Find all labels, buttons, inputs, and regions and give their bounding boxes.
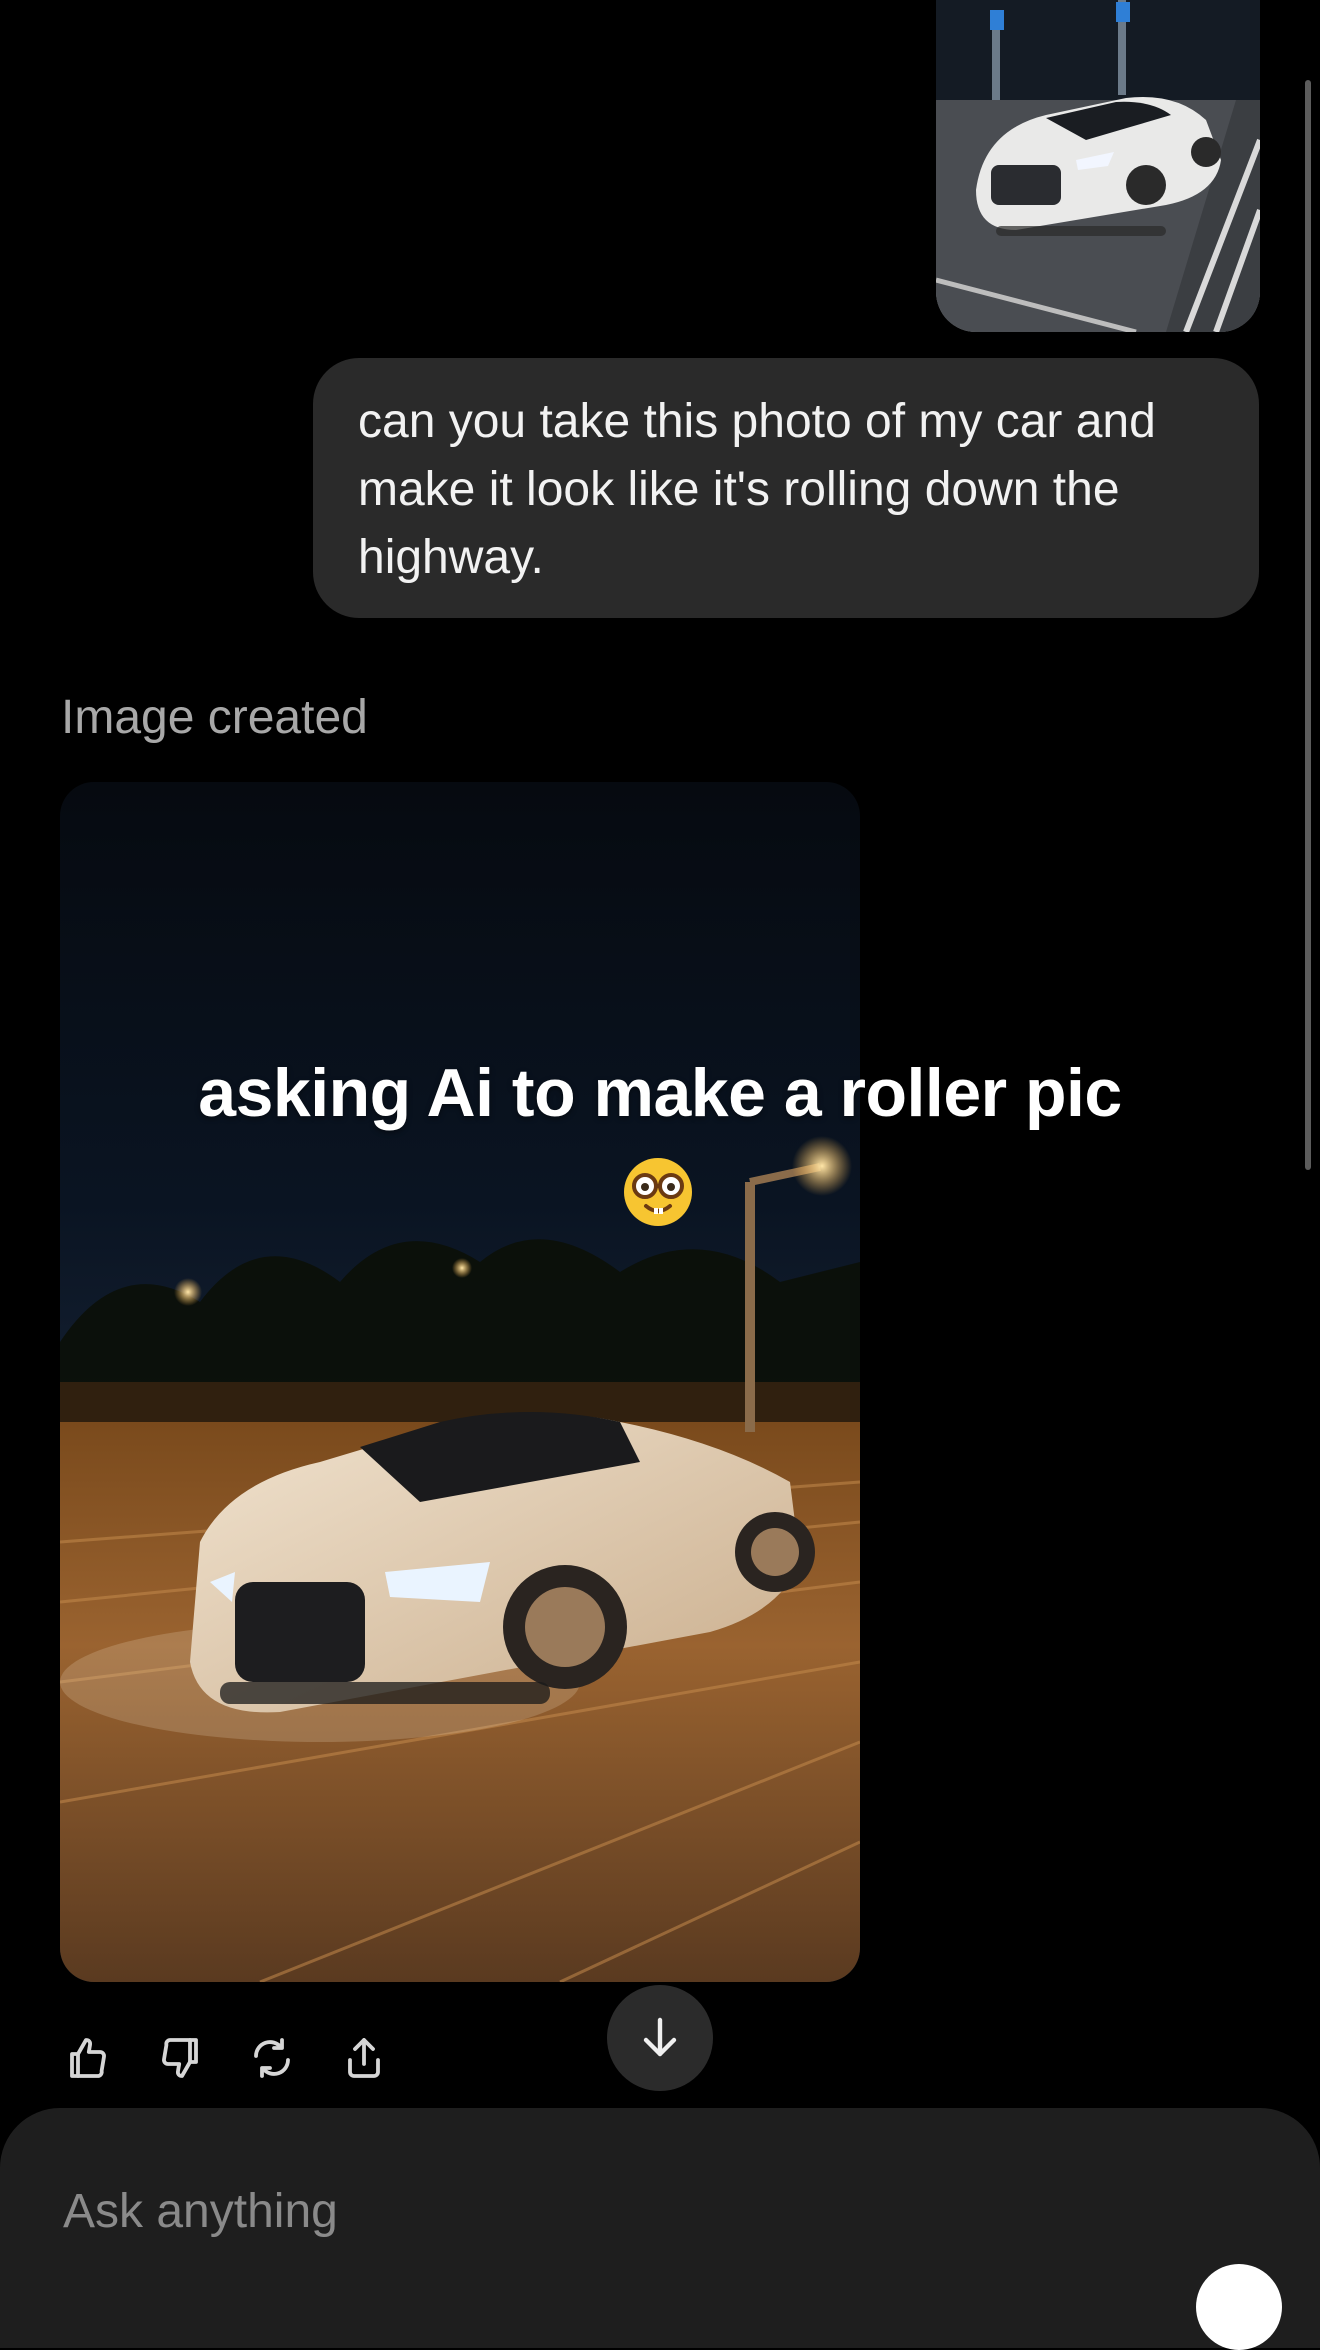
image-created-label: Image created	[61, 691, 368, 744]
user-message-bubble: can you take this photo of my car and ma…	[313, 358, 1259, 618]
share-button[interactable]	[336, 2030, 392, 2086]
ask-anything-input[interactable]	[61, 2180, 1065, 2242]
scrollbar[interactable]	[1305, 80, 1311, 1170]
share-icon	[348, 2038, 380, 2078]
regenerate-button[interactable]	[244, 2030, 300, 2086]
thumbs-up-icon	[70, 2038, 106, 2078]
user-message-text: can you take this photo of my car and ma…	[358, 395, 1156, 584]
send-button[interactable]	[1196, 2264, 1282, 2350]
thumbs-down-button[interactable]	[152, 2030, 208, 2086]
uploaded-car-illustration	[936, 0, 1260, 332]
generated-car-image[interactable]	[60, 782, 860, 1982]
uploaded-car-photo[interactable]	[936, 0, 1260, 332]
generated-car-illustration	[60, 782, 860, 1982]
nerd-face-emoji-icon	[624, 1158, 692, 1226]
message-composer	[0, 2108, 1320, 2348]
arrow-down-icon	[643, 2017, 677, 2057]
regenerate-icon	[254, 2038, 290, 2078]
thumbs-up-button[interactable]	[60, 2030, 116, 2086]
generated-image-caption: asking Ai to make a roller pic	[198, 1055, 1122, 1131]
thumbs-down-icon	[162, 2038, 198, 2078]
scroll-down-button[interactable]	[607, 1985, 713, 2091]
